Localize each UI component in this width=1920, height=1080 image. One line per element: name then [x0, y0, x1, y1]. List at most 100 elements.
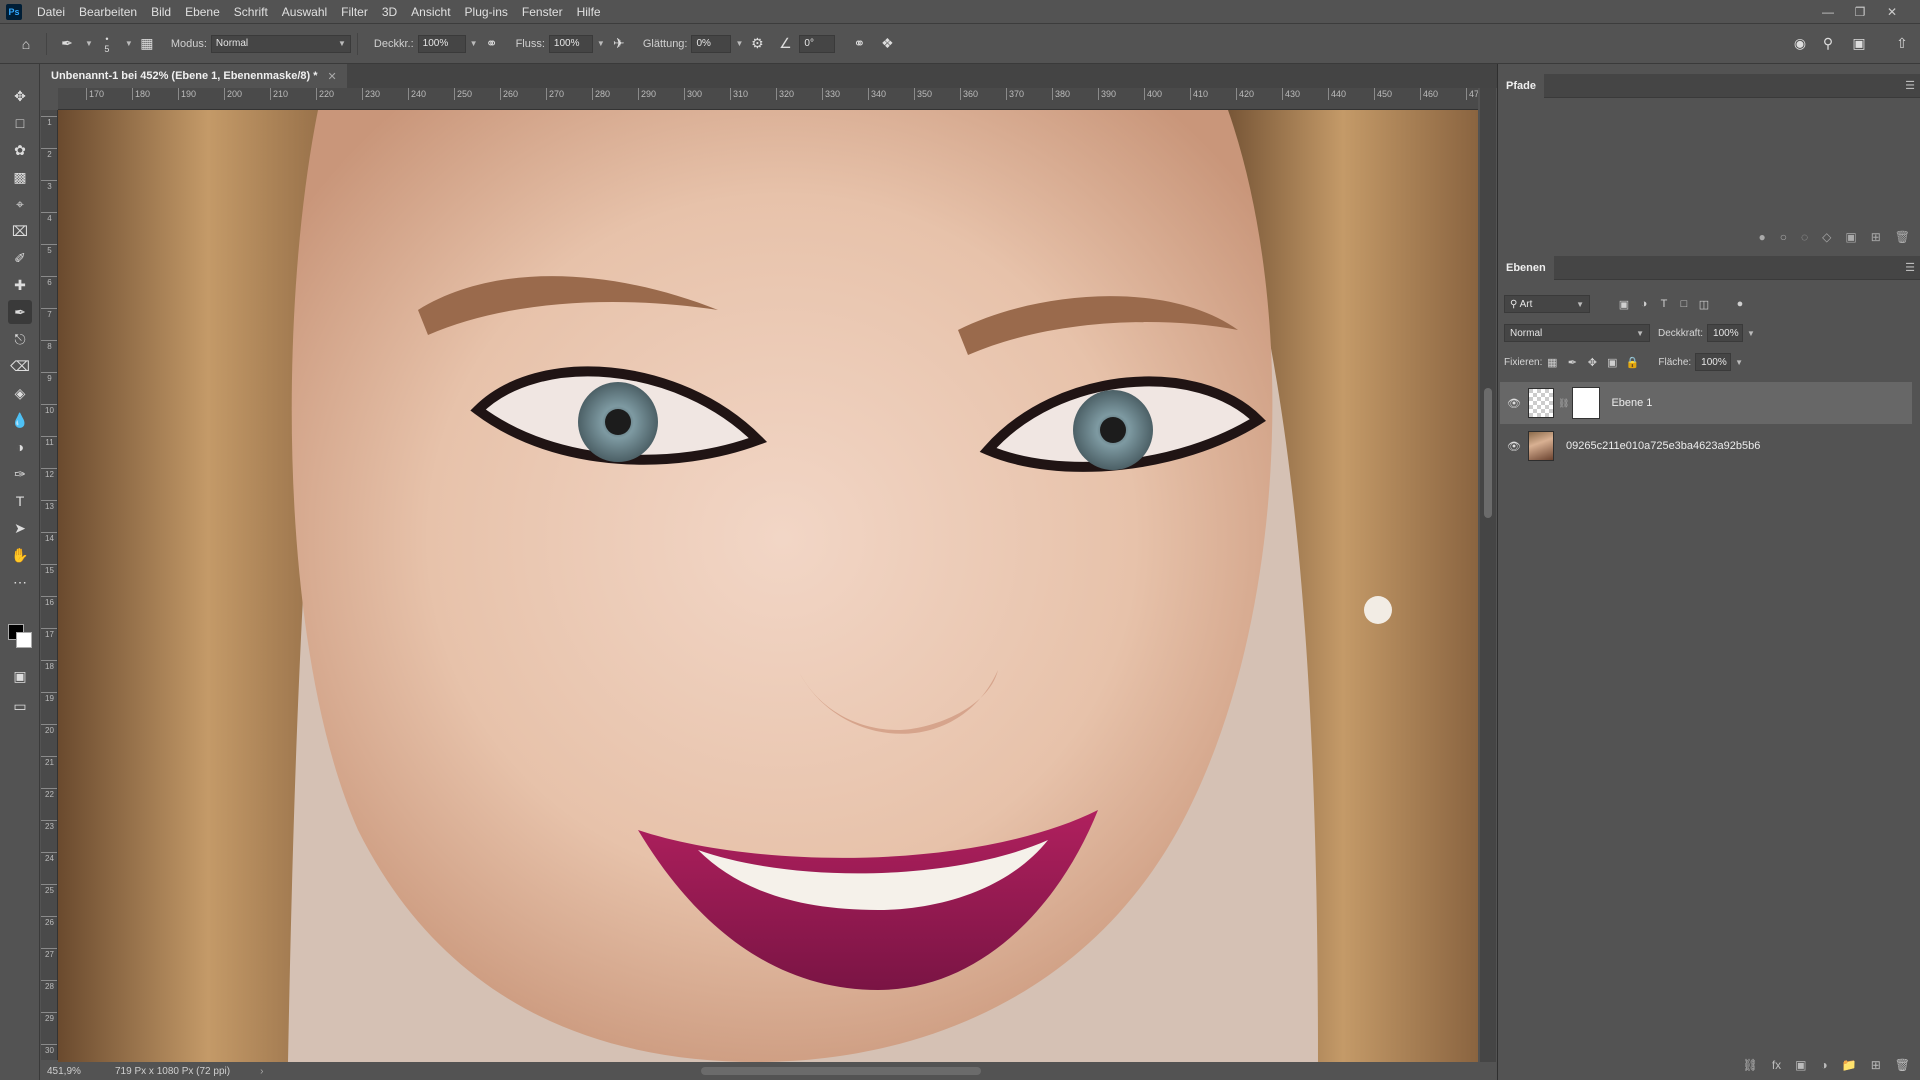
menu-schrift[interactable]: Schrift — [227, 0, 275, 24]
symmetry-icon[interactable]: ❖ — [873, 30, 901, 58]
document-canvas[interactable] — [58, 110, 1478, 1062]
eraser-tool-icon[interactable]: ⌫ — [8, 354, 32, 378]
healing-brush-tool-icon[interactable]: ✚ — [8, 273, 32, 297]
horizontal-ruler[interactable]: 170 180 190 200 210 220 230 240 250 260 270 280 290 3… — [58, 88, 1478, 110]
close-tab-icon[interactable]: ✕ — [328, 70, 337, 83]
chevron-right-icon[interactable]: › — [260, 1066, 263, 1077]
smoothing-input[interactable]: 0% — [691, 34, 732, 53]
flow-input[interactable]: 100% — [548, 34, 593, 53]
delete-path-icon[interactable]: 🗑 — [1895, 230, 1910, 244]
menu-filter[interactable]: Filter — [334, 0, 375, 24]
lock-all-icon[interactable]: 🔒 — [1622, 356, 1642, 369]
type-tool-icon[interactable]: T — [8, 489, 32, 513]
pressure-opacity-icon[interactable]: ⚭ — [478, 30, 506, 58]
eye-icon[interactable]: 👁 — [1500, 397, 1528, 410]
angle-input[interactable]: 0° — [799, 34, 836, 53]
menu-datei[interactable]: Datei — [30, 0, 72, 24]
fill-input[interactable]: 100% — [1695, 353, 1732, 371]
close-icon[interactable]: ✕ — [1878, 0, 1906, 24]
lock-position-icon[interactable]: ✥ — [1582, 356, 1602, 369]
brush-size-picker[interactable]: • 5 — [93, 30, 121, 58]
lock-pixels-icon[interactable]: ✒ — [1562, 356, 1582, 369]
pen-tool-icon[interactable]: ✑ — [8, 462, 32, 486]
mode-select[interactable]: Normal ▼ — [210, 34, 351, 53]
frame-tool-icon[interactable]: ⌧ — [8, 219, 32, 243]
chevron-down-icon[interactable]: ▼ — [735, 39, 743, 48]
load-selection-icon[interactable]: ◌ — [1801, 230, 1808, 244]
layer-name[interactable]: Ebene 1 — [1611, 397, 1652, 409]
type-filter-icon[interactable]: T — [1654, 298, 1674, 310]
menu-hilfe[interactable]: Hilfe — [570, 0, 608, 24]
chevron-down-icon[interactable]: ▼ — [470, 39, 478, 48]
panel-menu-icon[interactable]: ☰ — [1905, 79, 1915, 92]
layer-thumbnail[interactable] — [1528, 388, 1554, 418]
menu-plugins[interactable]: Plug-ins — [458, 0, 515, 24]
shape-filter-icon[interactable]: □ — [1674, 298, 1694, 310]
tab-ebenen[interactable]: Ebenen — [1498, 256, 1554, 280]
blend-mode-select[interactable]: Normal ▼ — [1504, 324, 1650, 342]
adjustment-layer-icon[interactable]: ◑ — [1821, 1058, 1828, 1072]
eyedropper-tool-icon[interactable]: ✐ — [8, 246, 32, 270]
brush-tool-icon[interactable]: ✒ — [8, 300, 32, 324]
menu-bearbeiten[interactable]: Bearbeiten — [72, 0, 144, 24]
brush-panel-icon[interactable]: ▦ — [133, 30, 161, 58]
paint-bucket-tool-icon[interactable]: ◈ — [8, 381, 32, 405]
lock-transparency-icon[interactable]: ▦ — [1542, 356, 1562, 369]
document-tab[interactable]: Unbenannt-1 bei 452% (Ebene 1, Ebenenmas… — [41, 64, 347, 88]
airbrush-icon[interactable]: ✈ — [605, 30, 633, 58]
layer-filter-select[interactable]: ⚲ Art ▼ — [1504, 295, 1590, 313]
filter-toggle-icon[interactable]: ● — [1730, 298, 1750, 310]
restore-icon[interactable]: ❐ — [1846, 0, 1874, 24]
background-color-swatch[interactable] — [16, 632, 32, 648]
layer-name[interactable]: 09265c211e010a725e3ba4623a92b5b6 — [1566, 440, 1760, 452]
workspace-icon[interactable]: ▣ — [1845, 30, 1873, 58]
zoom-level[interactable]: 451,9% — [47, 1066, 97, 1077]
quick-mask-icon[interactable]: ▣ — [8, 664, 32, 688]
menu-ansicht[interactable]: Ansicht — [404, 0, 457, 24]
crop-tool-icon[interactable]: ⌖ — [8, 192, 32, 216]
vertical-scrollbar[interactable] — [1480, 88, 1496, 1062]
panel-menu-icon[interactable]: ☰ — [1905, 261, 1915, 274]
share-icon[interactable]: ⇧ — [1888, 30, 1916, 58]
layer-opacity-input[interactable]: 100% — [1707, 324, 1744, 342]
gear-icon[interactable]: ⚙ — [743, 30, 771, 58]
layer-thumbnail[interactable] — [1528, 431, 1554, 461]
hand-tool-icon[interactable]: ✋ — [8, 543, 32, 567]
smart-object-filter-icon[interactable]: ◫ — [1694, 298, 1714, 311]
new-layer-icon[interactable]: ⊞ — [1871, 1058, 1881, 1072]
add-mask-icon[interactable]: ▣ — [1845, 230, 1856, 244]
make-work-path-icon[interactable]: ◇ — [1822, 230, 1831, 244]
fx-icon[interactable]: fx — [1772, 1058, 1781, 1072]
pressure-size-icon[interactable]: ⚭ — [845, 30, 873, 58]
menu-bild[interactable]: Bild — [144, 0, 178, 24]
pixel-filter-icon[interactable]: ▣ — [1614, 298, 1634, 311]
menu-ebene[interactable]: Ebene — [178, 0, 227, 24]
minimize-icon[interactable]: — — [1814, 0, 1842, 24]
fill-path-icon[interactable]: ● — [1758, 230, 1765, 244]
menu-auswahl[interactable]: Auswahl — [275, 0, 334, 24]
home-icon[interactable]: ⌂ — [12, 30, 40, 58]
chevron-down-icon[interactable]: ▼ — [597, 39, 605, 48]
opacity-input[interactable]: 100% — [417, 34, 466, 53]
chevron-down-icon[interactable]: ▼ — [125, 39, 133, 48]
lock-artboard-icon[interactable]: ▣ — [1602, 356, 1622, 369]
blur-tool-icon[interactable]: 💧 — [8, 408, 32, 432]
path-selection-tool-icon[interactable]: ➤ — [8, 516, 32, 540]
share-profile-icon[interactable]: ◉ — [1786, 30, 1814, 58]
menu-fenster[interactable]: Fenster — [515, 0, 570, 24]
adjustment-filter-icon[interactable]: ◑ — [1634, 298, 1654, 310]
chevron-down-icon[interactable]: ▼ — [85, 39, 93, 48]
scroll-thumb[interactable] — [1484, 388, 1492, 518]
link-icon[interactable]: ⛓ — [1558, 398, 1569, 409]
add-mask-icon[interactable]: ▣ — [1795, 1058, 1806, 1072]
eye-icon[interactable]: 👁 — [1500, 440, 1528, 453]
dodge-tool-icon[interactable]: ◑ — [8, 435, 32, 459]
chevron-down-icon[interactable]: ▼ — [1735, 358, 1743, 367]
layer-row[interactable]: 👁 ⛓ Ebene 1 — [1500, 382, 1912, 424]
layer-row[interactable]: 👁 09265c211e010a725e3ba4623a92b5b6 — [1500, 425, 1912, 467]
lasso-tool-icon[interactable]: ✿ — [8, 138, 32, 162]
chevron-down-icon[interactable]: ▼ — [1747, 329, 1755, 338]
stroke-path-icon[interactable]: ○ — [1780, 230, 1787, 244]
horizontal-scroll-thumb[interactable] — [701, 1067, 981, 1075]
tab-pfade[interactable]: Pfade — [1498, 74, 1544, 98]
